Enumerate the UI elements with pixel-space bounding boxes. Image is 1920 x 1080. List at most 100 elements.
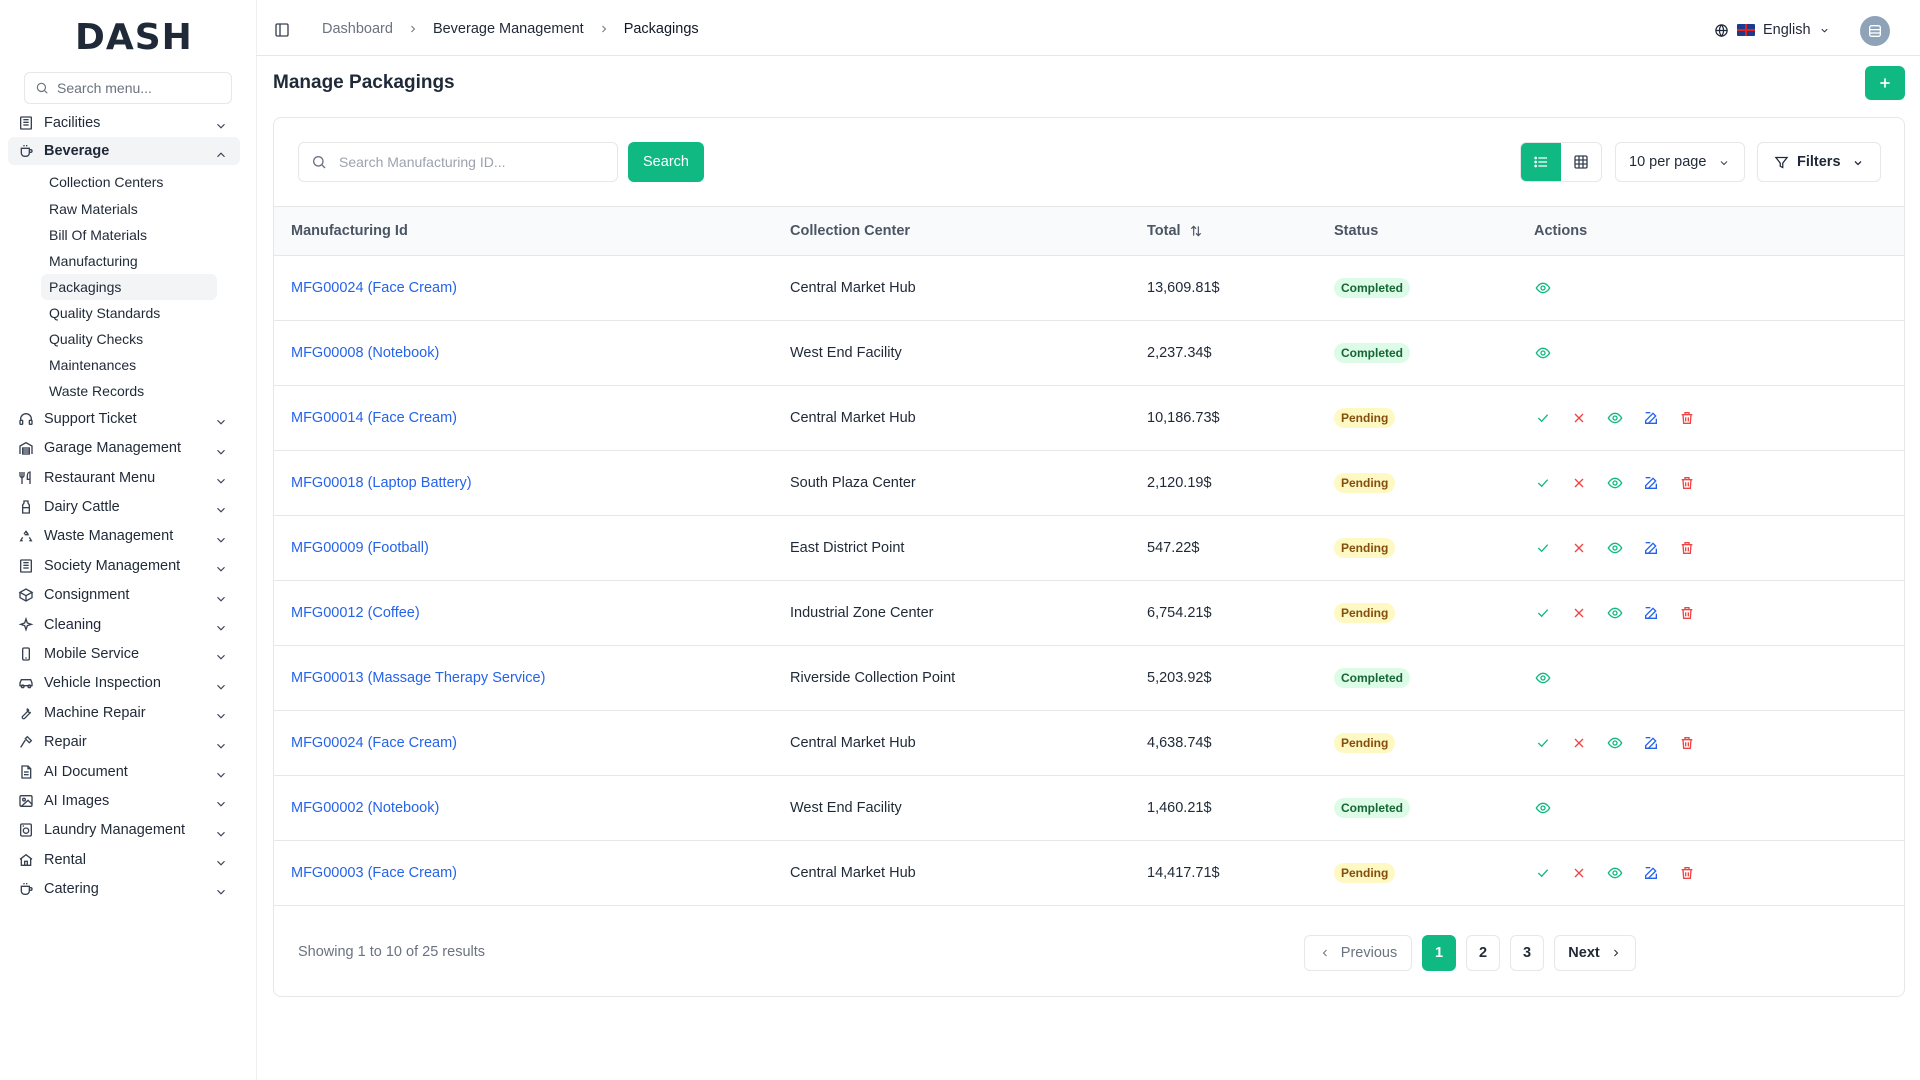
view-button[interactable] — [1606, 734, 1624, 752]
sidebar-item-facilities[interactable]: Facilities — [8, 108, 240, 137]
manufacturing-id-link[interactable]: MFG00003 (Face Cream) — [291, 865, 457, 881]
eye-icon — [1535, 347, 1551, 359]
delete-button[interactable] — [1678, 864, 1696, 882]
view-button[interactable] — [1534, 279, 1552, 297]
sidebar-item-catering[interactable]: Catering — [8, 874, 240, 903]
breadcrumb-dashboard[interactable]: Dashboard — [322, 21, 393, 37]
sidebar-subitem-waste-records[interactable]: Waste Records — [41, 378, 217, 404]
breadcrumb-beverage-management[interactable]: Beverage Management — [433, 21, 584, 37]
view-button[interactable] — [1534, 799, 1552, 817]
edit-button[interactable] — [1642, 409, 1660, 427]
view-button[interactable] — [1606, 474, 1624, 492]
view-button[interactable] — [1606, 539, 1624, 557]
delete-button[interactable] — [1678, 539, 1696, 557]
manufacturing-id-link[interactable]: MFG00008 (Notebook) — [291, 345, 439, 361]
approve-button[interactable] — [1534, 734, 1552, 752]
manufacturing-id-link[interactable]: MFG00002 (Notebook) — [291, 800, 439, 816]
edit-button[interactable] — [1642, 734, 1660, 752]
sidebar-item-restaurant-menu[interactable]: Restaurant Menu — [8, 463, 240, 492]
reject-button[interactable] — [1570, 409, 1588, 427]
delete-button[interactable] — [1678, 474, 1696, 492]
manufacturing-id-link[interactable]: MFG00024 (Face Cream) — [291, 735, 457, 751]
manufacturing-id-link[interactable]: MFG00013 (Massage Therapy Service) — [291, 670, 545, 686]
list-view-button[interactable] — [1521, 143, 1561, 181]
close-icon — [1574, 608, 1584, 618]
sidebar-item-waste-management[interactable]: Waste Management — [8, 522, 240, 551]
dash-logo[interactable]: DASH — [75, 20, 193, 56]
view-button[interactable] — [1606, 409, 1624, 427]
approve-button[interactable] — [1534, 604, 1552, 622]
approve-button[interactable] — [1534, 474, 1552, 492]
reject-button[interactable] — [1570, 604, 1588, 622]
edit-button[interactable] — [1642, 864, 1660, 882]
sidebar-subitem-collection-centers[interactable]: Collection Centers — [41, 169, 217, 195]
sidebar-item-rental[interactable]: Rental — [8, 845, 240, 874]
reject-button[interactable] — [1570, 539, 1588, 557]
view-button[interactable] — [1534, 669, 1552, 687]
sidebar-item-consignment[interactable]: Consignment — [8, 581, 240, 610]
reject-button[interactable] — [1570, 734, 1588, 752]
sidebar-item-cleaning[interactable]: Cleaning — [8, 610, 240, 639]
sidebar-subitem-manufacturing[interactable]: Manufacturing — [41, 248, 217, 274]
approve-button[interactable] — [1534, 409, 1552, 427]
edit-button[interactable] — [1642, 474, 1660, 492]
sidebar-item-mobile-service[interactable]: Mobile Service — [8, 639, 240, 668]
approve-button[interactable] — [1534, 864, 1552, 882]
per-page-select[interactable]: 10 per page — [1615, 142, 1745, 182]
manufacturing-id-link[interactable]: MFG00012 (Coffee) — [291, 605, 420, 621]
sidebar-subitem-bill-of-materials[interactable]: Bill Of Materials — [41, 222, 217, 248]
manufacturing-id-link[interactable]: MFG00009 (Football) — [291, 540, 429, 556]
sidebar-item-garage-management[interactable]: Garage Management — [8, 434, 240, 463]
edit-icon — [1645, 542, 1657, 554]
sidebar-subitem-maintenances[interactable]: Maintenances — [41, 352, 217, 378]
sidebar: DASH Search menu... Facilities Beverage Co… — [0, 0, 256, 1080]
view-button[interactable] — [1606, 604, 1624, 622]
sidebar-item-society-management[interactable]: Society Management — [8, 551, 240, 580]
add-packaging-button[interactable] — [1865, 66, 1905, 100]
edit-button[interactable] — [1642, 604, 1660, 622]
previous-page-button[interactable]: Previous — [1304, 935, 1412, 971]
reject-button[interactable] — [1570, 474, 1588, 492]
reject-button[interactable] — [1570, 864, 1588, 882]
language-selector[interactable]: English — [1714, 22, 1830, 38]
edit-button[interactable] — [1642, 539, 1660, 557]
manufacturing-id-link[interactable]: MFG00014 (Face Cream) — [291, 410, 457, 426]
sidebar-subitem-quality-checks[interactable]: Quality Checks — [41, 326, 217, 352]
sidebar-subitem-quality-standards[interactable]: Quality Standards — [41, 300, 217, 326]
manufacturing-id-link[interactable]: MFG00018 (Laptop Battery) — [291, 475, 472, 491]
sidebar-item-vehicle-inspection[interactable]: Vehicle Inspection — [8, 669, 240, 698]
sidebar-subitem-packagings[interactable]: Packagings — [41, 273, 217, 300]
sidebar-item-support-ticket[interactable]: Support Ticket — [8, 404, 240, 433]
sidebar-item-dairy-cattle[interactable]: Dairy Cattle — [8, 492, 240, 521]
approve-button[interactable] — [1534, 539, 1552, 557]
delete-button[interactable] — [1678, 409, 1696, 427]
manufacturing-search-input[interactable]: Search Manufacturing ID... — [298, 142, 618, 182]
sidebar-subitem-raw-materials[interactable]: Raw Materials — [41, 195, 217, 221]
sort-icon — [1190, 225, 1201, 237]
search-button[interactable]: Search — [628, 142, 704, 182]
page-1-button[interactable]: 1 — [1422, 935, 1456, 971]
sidebar-toggle-icon[interactable] — [274, 22, 290, 38]
sidebar-item-laundry-management[interactable]: Laundry Management — [8, 816, 240, 845]
filters-button[interactable]: Filters — [1757, 142, 1881, 182]
view-button[interactable] — [1534, 344, 1552, 362]
status-badge: Pending — [1334, 538, 1396, 558]
search-placeholder: Search Manufacturing ID... — [339, 154, 506, 170]
sidebar-item-repair[interactable]: Repair — [8, 728, 240, 757]
manufacturing-id-link[interactable]: MFG00024 (Face Cream) — [291, 280, 457, 296]
sidebar-item-beverage[interactable]: Beverage — [8, 137, 240, 166]
sidebar-item-ai-document[interactable]: AI Document — [8, 757, 240, 786]
grid-view-button[interactable] — [1561, 143, 1601, 181]
avatar[interactable] — [1860, 16, 1890, 46]
column-header-total[interactable]: Total — [1147, 223, 1203, 239]
view-button[interactable] — [1606, 864, 1624, 882]
sidebar-item-ai-images[interactable]: AI Images — [8, 786, 240, 815]
delete-button[interactable] — [1678, 604, 1696, 622]
chevron-down-icon — [217, 449, 225, 455]
page-3-button[interactable]: 3 — [1510, 935, 1544, 971]
search-menu-input[interactable]: Search menu... — [24, 72, 232, 104]
delete-button[interactable] — [1678, 734, 1696, 752]
next-page-button[interactable]: Next — [1554, 935, 1636, 971]
page-2-button[interactable]: 2 — [1466, 935, 1500, 971]
sidebar-item-machine-repair[interactable]: Machine Repair — [8, 698, 240, 727]
